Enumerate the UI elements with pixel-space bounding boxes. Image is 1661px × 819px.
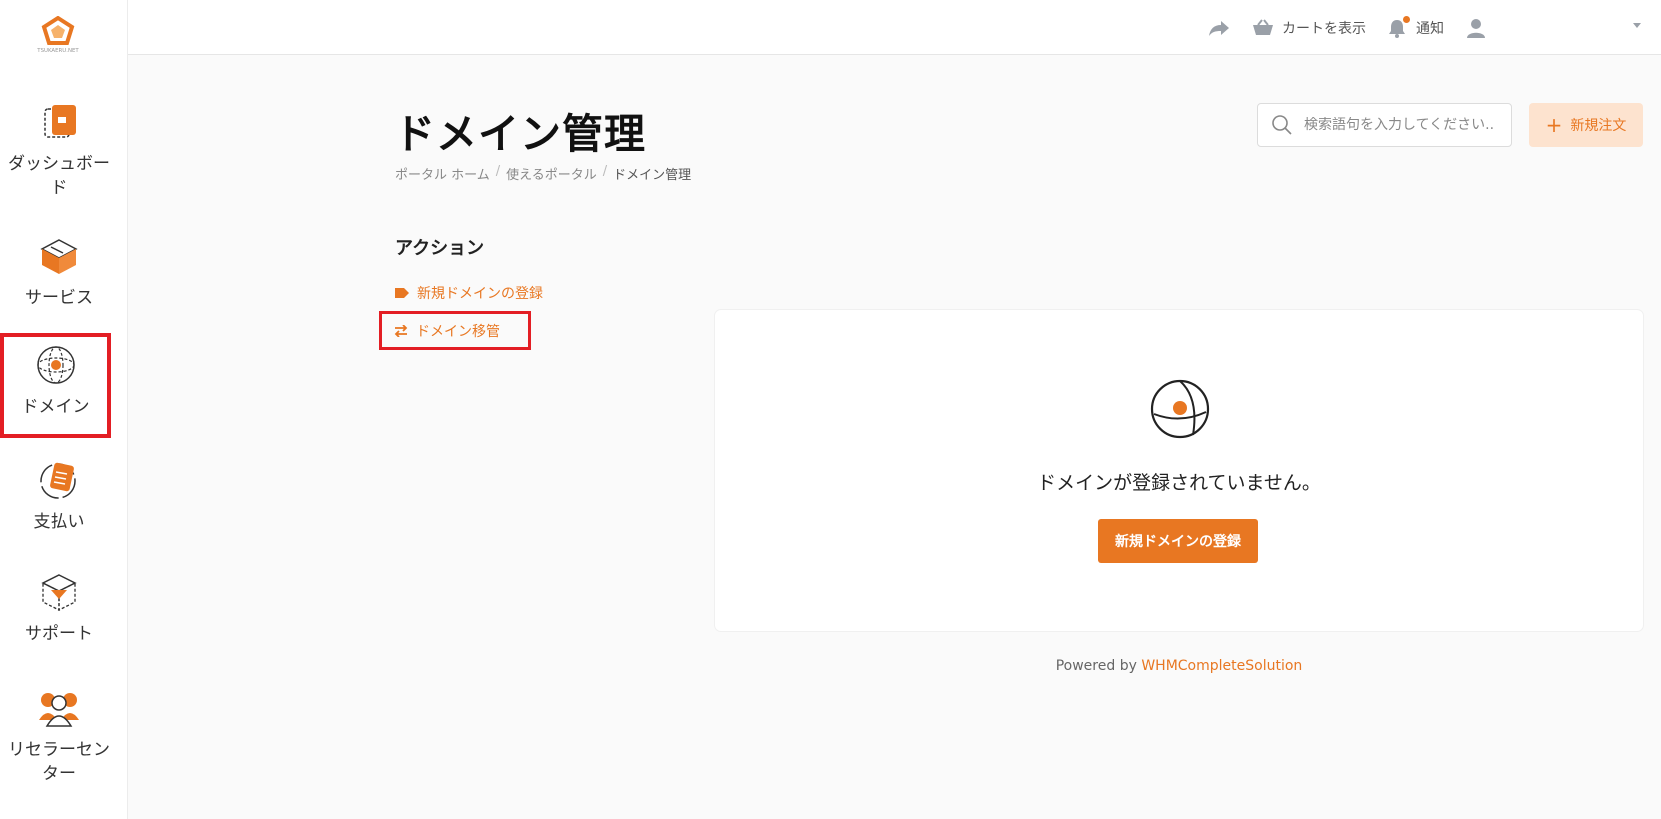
sidebar-item-label: リセラーセンター: [8, 740, 110, 784]
empty-state-message: ドメインが登録されていません。: [1037, 472, 1321, 494]
reseller-users-icon: [39, 693, 79, 727]
search-input[interactable]: [1304, 117, 1499, 133]
sidebar-item-domains[interactable]: ドメイン: [0, 333, 111, 438]
breadcrumb-portal[interactable]: 使えるポータル: [506, 164, 597, 183]
notification-dot: [1403, 16, 1410, 23]
view-cart-link[interactable]: カートを表示: [1252, 18, 1366, 38]
sidebar-item-label: ダッシュボード: [8, 154, 110, 198]
register-domain-button[interactable]: 新規ドメインの登録: [1098, 519, 1258, 563]
domain-transfer-link[interactable]: ドメイン移管: [379, 311, 531, 350]
user-icon: [1467, 18, 1485, 38]
register-new-domain-label: 新規ドメインの登録: [417, 286, 543, 302]
breadcrumb: ポータル ホーム / 使えるポータル / ドメイン管理: [395, 164, 691, 183]
sidebar: TSUKAERU.NET ダッシュボード サービス ドメイン 支払い サポート …: [0, 0, 128, 819]
cart-basket-icon: [1253, 18, 1273, 35]
sidebar-item-billing[interactable]: 支払い: [0, 458, 118, 534]
sidebar-item-label: 支払い: [33, 512, 85, 532]
whmcs-link[interactable]: WHMCompleteSolution: [1141, 658, 1302, 674]
breadcrumb-portal-home[interactable]: ポータル ホーム: [395, 164, 490, 183]
services-box-icon: [40, 239, 78, 274]
user-account-button[interactable]: [1466, 18, 1486, 38]
search-box: [1257, 103, 1512, 147]
plus-icon: +: [1545, 113, 1563, 137]
page-title: ドメイン管理: [394, 110, 646, 158]
globe-icon: [1150, 379, 1210, 439]
domains-empty-state-card: ドメインが登録されていません。 新規ドメインの登録: [715, 310, 1643, 631]
transfer-arrows-icon: [394, 324, 408, 337]
globe-icon: [36, 346, 75, 384]
notifications-label: 通知: [1416, 20, 1444, 37]
support-box-icon: [41, 574, 77, 612]
breadcrumb-current: ドメイン管理: [613, 168, 692, 183]
notifications-button[interactable]: 通知: [1388, 18, 1444, 38]
user-menu-dropdown[interactable]: [1632, 21, 1642, 29]
sidebar-item-label: サービス: [25, 288, 93, 308]
logo-icon: [41, 16, 75, 45]
share-button[interactable]: [1208, 19, 1230, 37]
register-new-domain-link[interactable]: 新規ドメインの登録: [395, 283, 543, 303]
tag-icon: [395, 288, 409, 298]
dashboard-icon: [44, 105, 76, 138]
breadcrumb-separator: /: [495, 164, 501, 179]
caret-down-icon: [1633, 23, 1641, 28]
sidebar-item-label: ドメイン: [21, 397, 90, 417]
breadcrumb-separator: /: [602, 164, 608, 179]
new-order-label: 新規注文: [1570, 118, 1627, 134]
share-arrow-icon: [1209, 20, 1229, 36]
topbar-actions: カートを表示 通知: [1208, 0, 1486, 55]
brand-logo[interactable]: TSUKAERU.NET: [30, 16, 86, 66]
sidebar-item-support[interactable]: サポート: [0, 570, 118, 646]
sidebar-item-services[interactable]: サービス: [0, 234, 118, 310]
logo-text: TSUKAERU.NET: [37, 47, 79, 54]
sidebar-item-dashboard[interactable]: ダッシュボード: [0, 100, 118, 200]
footer: Powered by WHMCompleteSolution: [715, 658, 1643, 674]
new-order-button[interactable]: + 新規注文: [1529, 103, 1643, 147]
actions-heading: アクション: [395, 238, 485, 259]
cart-label: カートを表示: [1282, 20, 1366, 37]
powered-by-text: Powered by: [1055, 658, 1137, 674]
sidebar-item-label: サポート: [25, 624, 93, 644]
domain-transfer-label: ドメイン移管: [416, 323, 500, 340]
billing-icon: [40, 462, 76, 499]
search-icon: [1272, 115, 1292, 135]
sidebar-item-reseller-center[interactable]: リセラーセンター: [0, 686, 118, 786]
